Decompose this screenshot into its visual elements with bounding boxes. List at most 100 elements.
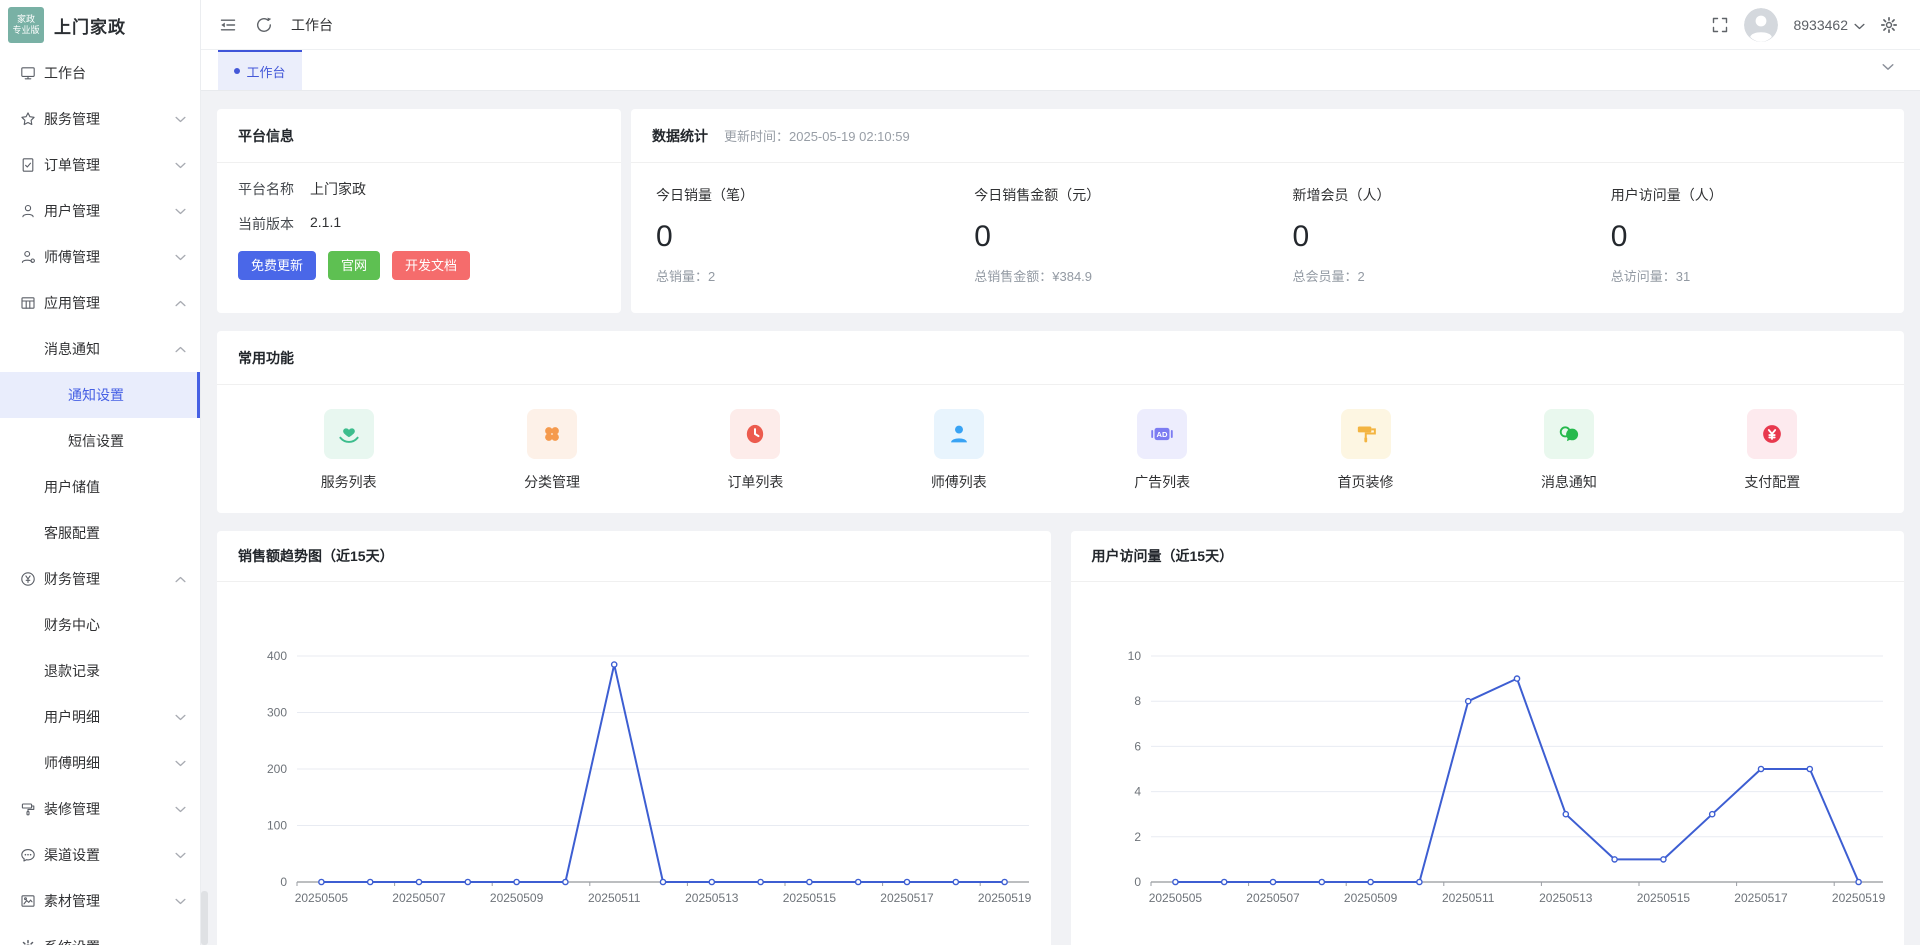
svg-text:20250505: 20250505 — [1148, 891, 1202, 905]
quick-item-label: 支付配置 — [1744, 472, 1800, 492]
platform-card-title: 平台信息 — [238, 126, 294, 146]
visits-card: 用户访问量（近15天） 0246810202505052025050720250… — [1071, 531, 1905, 945]
star-icon — [20, 111, 36, 127]
svg-text:20250515: 20250515 — [1636, 891, 1690, 905]
monitor-icon — [20, 65, 36, 81]
sidebar-item-label: 财务中心 — [44, 615, 186, 635]
quick-item-master-list[interactable]: 师傅列表 — [857, 409, 1060, 492]
svg-text:0: 0 — [1134, 875, 1141, 889]
sidebar-item-service-config[interactable]: 客服配置 — [0, 510, 200, 556]
svg-text:4: 4 — [1134, 785, 1141, 799]
sidebar-scrollbar-thumb[interactable] — [201, 891, 208, 945]
sidebar-item-notify-setting[interactable]: 通知设置 — [0, 372, 200, 418]
app-title: 上门家政 — [54, 13, 126, 38]
platform-version-value: 2.1.1 — [310, 214, 341, 234]
grid-icon — [20, 295, 36, 311]
quick-item-order-list[interactable]: 订单列表 — [654, 409, 857, 492]
sidebar-item-service-manage[interactable]: 服务管理 — [0, 96, 200, 142]
menu-fold-icon[interactable] — [219, 16, 237, 34]
stat-item: 用户访问量（人）0总访问量：31 — [1586, 185, 1904, 285]
logo-text-bottom: 专业版 — [12, 25, 39, 36]
sidebar-item-label: 素材管理 — [44, 891, 175, 911]
chevron-down-icon — [175, 162, 186, 169]
decorate-icon — [1341, 409, 1391, 459]
official-site-button[interactable]: 官网 — [328, 251, 380, 280]
svg-text:20250515: 20250515 — [783, 891, 837, 905]
sidebar-item-decorate-manage[interactable]: 装修管理 — [0, 786, 200, 832]
sidebar-item-user-manage[interactable]: 用户管理 — [0, 188, 200, 234]
sidebar-item-label: 短信设置 — [68, 431, 186, 451]
svg-text:20250509: 20250509 — [1343, 891, 1397, 905]
sidebar-item-label: 消息通知 — [44, 339, 175, 359]
refresh-icon[interactable] — [255, 16, 273, 34]
ad-icon: AD — [1137, 409, 1187, 459]
stat-item: 今日销售金额（元）0总销售金额：¥384.9 — [949, 185, 1267, 285]
quick-items: 服务列表分类管理订单列表师傅列表 AD 广告列表 首页装修消息通知支付配置 — [217, 385, 1904, 492]
paint-icon — [20, 801, 36, 817]
chevron-up-icon — [175, 346, 186, 353]
sales-chart-title: 销售额趋势图（近15天） — [238, 546, 394, 566]
quick-item-pay-config[interactable]: 支付配置 — [1671, 409, 1874, 492]
sales-trend-chart: 0100200300400202505052025050720250509202… — [227, 590, 1061, 920]
dev-docs-button[interactable]: 开发文档 — [392, 251, 470, 280]
sidebar-item-system-setting[interactable]: 系统设置 — [0, 924, 200, 945]
quick-item-label: 广告列表 — [1134, 472, 1190, 492]
app-root: 家政 专业版 上门家政 工作台服务管理订单管理用户管理师傅管理应用管理消息通知通… — [0, 0, 1920, 945]
platform-name-value: 上门家政 — [310, 179, 366, 199]
active-tab-dot — [234, 68, 240, 74]
tabbar-collapse-icon[interactable] — [1882, 63, 1894, 71]
sidebar-item-label: 师傅明细 — [44, 753, 175, 773]
sidebar-item-finance-center[interactable]: 财务中心 — [0, 602, 200, 648]
user-dropdown[interactable]: 8933462 — [1793, 17, 1865, 33]
stat-value: 0 — [974, 220, 1267, 254]
svg-text:20250517: 20250517 — [1734, 891, 1788, 905]
svg-text:100: 100 — [267, 819, 287, 833]
sidebar-item-label: 服务管理 — [44, 109, 175, 129]
quick-item-service-list[interactable]: 服务列表 — [247, 409, 450, 492]
chevron-down-icon — [175, 116, 186, 123]
message-icon — [1544, 409, 1594, 459]
svg-text:300: 300 — [267, 706, 287, 720]
stat-item: 新增会员（人）0总会员量：2 — [1268, 185, 1586, 285]
sidebar-item-sms-setting[interactable]: 短信设置 — [0, 418, 200, 464]
stat-value: 0 — [1611, 220, 1904, 254]
sidebar-item-label: 订单管理 — [44, 155, 175, 175]
worker-icon — [20, 249, 36, 265]
free-update-button[interactable]: 免费更新 — [238, 251, 316, 280]
sidebar-item-user-detail[interactable]: 用户明细 — [0, 694, 200, 740]
chevron-down-icon — [175, 898, 186, 905]
quick-item-message-notify[interactable]: 消息通知 — [1467, 409, 1670, 492]
sidebar-item-order-manage[interactable]: 订单管理 — [0, 142, 200, 188]
quick-item-ad-list[interactable]: AD 广告列表 — [1061, 409, 1264, 492]
sidebar-item-channel-setting[interactable]: 渠道设置 — [0, 832, 200, 878]
sidebar-item-label: 退款记录 — [44, 661, 186, 681]
svg-text:20250519: 20250519 — [978, 891, 1032, 905]
avatar[interactable] — [1744, 8, 1778, 42]
quick-item-category-manage[interactable]: 分类管理 — [450, 409, 653, 492]
settings-gear-icon[interactable] — [1880, 16, 1898, 34]
sidebar-item-workbench[interactable]: 工作台 — [0, 50, 200, 96]
stat-sub-total: 总会员量：2 — [1293, 266, 1586, 285]
quick-item-home-decorate[interactable]: 首页装修 — [1264, 409, 1467, 492]
sidebar-item-finance-manage[interactable]: 财务管理 — [0, 556, 200, 602]
sidebar-item-refund-record[interactable]: 退款记录 — [0, 648, 200, 694]
sidebar-item-user-recharge[interactable]: 用户储值 — [0, 464, 200, 510]
statistics-card: 数据统计 更新时间：2025-05-19 02:10:59 今日销量（笔）0总销… — [631, 109, 1904, 313]
svg-text:10: 10 — [1127, 649, 1141, 663]
sidebar-item-label: 用户管理 — [44, 201, 175, 221]
sidebar-item-master-detail[interactable]: 师傅明细 — [0, 740, 200, 786]
platform-version-label: 当前版本 — [238, 214, 294, 234]
fullscreen-icon[interactable] — [1711, 16, 1729, 34]
sidebar-item-material-manage[interactable]: 素材管理 — [0, 878, 200, 924]
platform-buttons: 免费更新官网开发文档 — [238, 251, 600, 280]
sidebar-item-message-notify[interactable]: 消息通知 — [0, 326, 200, 372]
sidebar-item-master-manage[interactable]: 师傅管理 — [0, 234, 200, 280]
chat-icon — [20, 847, 36, 863]
sidebar: 家政 专业版 上门家政 工作台服务管理订单管理用户管理师傅管理应用管理消息通知通… — [0, 0, 201, 945]
tab-workbench[interactable]: 工作台 — [218, 50, 302, 90]
user-icon — [20, 203, 36, 219]
platform-name-label: 平台名称 — [238, 179, 294, 199]
sidebar-item-app-manage[interactable]: 应用管理 — [0, 280, 200, 326]
sidebar-item-label: 客服配置 — [44, 523, 186, 543]
stats-card-title: 数据统计 — [652, 126, 708, 146]
